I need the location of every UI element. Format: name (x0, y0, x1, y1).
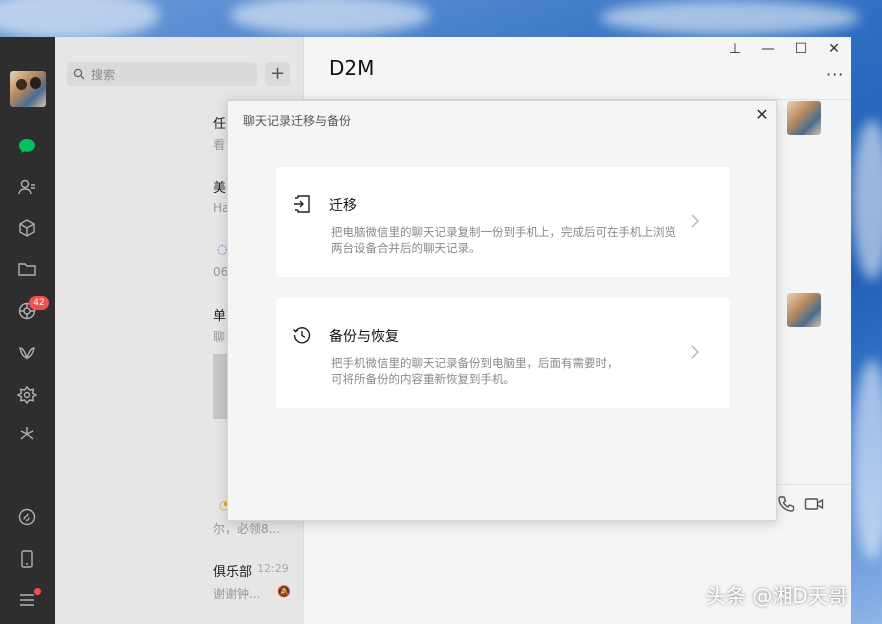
folder-icon[interactable] (14, 256, 40, 282)
video-call-icon[interactable] (804, 495, 824, 517)
list-item-time: 12:29 (257, 562, 289, 575)
voice-call-icon[interactable] (777, 495, 797, 517)
message-avatar[interactable] (787, 101, 821, 135)
history-icon (292, 325, 312, 345)
sky-cloud (230, 0, 430, 35)
close-window-button[interactable]: ✕ (824, 41, 844, 57)
minimize-button[interactable]: — (758, 41, 778, 57)
mini-program-panel-icon[interactable] (14, 504, 40, 530)
search-input[interactable]: 搜索 (67, 62, 257, 86)
nav-sidebar: 42 (0, 37, 55, 624)
chevron-right-icon (688, 210, 702, 232)
mute-bell-icon: 🔕 (277, 585, 291, 598)
migrate-option-desc: 把电脑微信里的聊天记录复制一份到手机上，完成后可在手机上浏览两台设备合并后的聊天… (331, 225, 676, 255)
moments-badge: 42 (29, 296, 49, 310)
mini-program-icon[interactable] (14, 382, 40, 408)
add-chat-button[interactable]: + (265, 62, 290, 86)
maximize-button[interactable]: ☐ (791, 41, 811, 57)
search-placeholder: 搜索 (91, 67, 116, 82)
contacts-icon[interactable] (14, 174, 40, 200)
chevron-right-icon (688, 341, 702, 363)
more-options-icon[interactable]: ··· (826, 65, 844, 84)
list-item-title[interactable]: 俱乐部 (213, 561, 259, 580)
dialog-title: 聊天记录迁移与备份 (243, 114, 352, 128)
backup-restore-option[interactable]: 备份与恢复 把手机微信里的聊天记录备份到电脑里，后面有需要时， 可将所备份的内容… (276, 298, 730, 408)
chat-title: D2M (329, 56, 375, 80)
backup-desc-line-1: 把手机微信里的聊天记录备份到电脑里，后面有需要时， (331, 356, 619, 370)
menu-notification-dot (34, 588, 41, 595)
migrate-option-title: 迁移 (329, 198, 357, 214)
list-item-image (213, 354, 227, 419)
user-avatar[interactable] (10, 71, 46, 107)
sky-cloud (852, 120, 882, 280)
sky-cloud (600, 0, 860, 35)
sky-cloud (852, 360, 882, 560)
search-icon (73, 68, 85, 80)
chat-icon[interactable] (14, 133, 40, 159)
list-bottom-area (55, 599, 304, 624)
migrate-icon (292, 194, 312, 214)
migrate-option[interactable]: 迁移 把电脑微信里的聊天记录复制一份到手机上，完成后可在手机上浏览两台设备合并后… (276, 167, 730, 277)
backup-option-desc: 把手机微信里的聊天记录备份到电脑里，后面有需要时， 可将所备份的内容重新恢复到手… (331, 355, 687, 387)
backup-desc-line-2: 可将所备份的内容重新恢复到手机。 (331, 372, 515, 386)
watermark-text: 头条 @湘D天哥 (706, 584, 848, 608)
dialog-close-button[interactable]: ✕ (752, 105, 772, 125)
message-avatar[interactable] (787, 293, 821, 327)
box-icon[interactable] (14, 215, 40, 241)
pin-icon[interactable]: ⊥ (725, 41, 745, 57)
sky-cloud (0, 0, 160, 40)
backup-option-title: 备份与恢复 (329, 329, 399, 345)
list-item-sub: 尔，必领8... (213, 522, 281, 536)
search-discover-icon[interactable] (14, 421, 40, 447)
phone-icon[interactable] (14, 546, 40, 572)
chat-migration-dialog: 聊天记录迁移与备份 ✕ 迁移 把电脑微信里的聊天记录复制一份到手机上，完成后可在… (227, 100, 777, 521)
channels-icon[interactable] (14, 340, 40, 366)
